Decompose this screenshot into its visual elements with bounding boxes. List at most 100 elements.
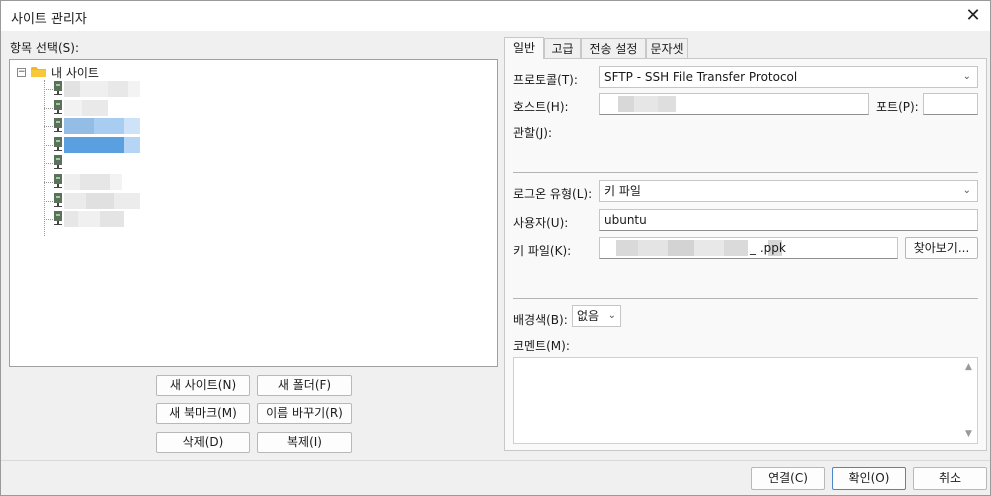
site-item[interactable] (44, 99, 154, 117)
tree-connector (44, 163, 53, 165)
tab-transfer-settings[interactable]: 전송 설정 (581, 38, 646, 59)
ok-button[interactable]: 확인(O) (832, 467, 906, 490)
tab-advanced[interactable]: 고급 (544, 38, 581, 59)
site-item[interactable] (44, 136, 154, 154)
scroll-up-icon[interactable]: ▲ (965, 362, 972, 372)
port-label: 포트(P): (876, 100, 919, 114)
keyfile-label: 키 파일(K): (513, 244, 572, 258)
redaction-block (124, 136, 140, 153)
redaction-block (128, 81, 140, 97)
site-tree[interactable]: − 내 사이트 (9, 59, 498, 367)
tab-charset[interactable]: 문자셋 (646, 38, 688, 59)
host-label: 호스트(H): (513, 100, 569, 114)
duplicate-button[interactable]: 복제(I) (257, 432, 352, 453)
folder-icon (31, 67, 46, 77)
logon-type-label: 로그온 유형(L): (513, 187, 593, 201)
redaction-block (124, 118, 140, 135)
redaction-block (64, 99, 82, 116)
encryption-label: 관할(J): (513, 126, 553, 140)
comment-textarea[interactable]: ▲ ▼ (513, 357, 978, 444)
redaction-block (80, 81, 108, 97)
tree-connector (44, 182, 53, 183)
close-icon[interactable]: ✕ (962, 5, 984, 27)
server-icon (54, 192, 62, 207)
server-icon (54, 118, 62, 133)
site-item[interactable] (44, 117, 154, 135)
redaction-block (114, 192, 140, 209)
redaction-block (64, 136, 124, 153)
comment-label: 코멘트(M): (513, 339, 570, 353)
redaction-block (100, 211, 124, 228)
window-title: 사이트 관리자 (11, 12, 87, 27)
logon-type-value: 키 파일 (604, 184, 641, 198)
chevron-down-icon: ⌄ (607, 310, 616, 321)
server-icon (54, 99, 62, 114)
divider (513, 298, 978, 299)
tree-connector (44, 107, 53, 109)
divider (513, 172, 978, 173)
background-color-value: 없음 (577, 309, 600, 323)
tree-connector (44, 144, 53, 146)
port-input[interactable] (923, 93, 978, 115)
redaction-block (64, 118, 94, 135)
redaction-block (64, 192, 86, 209)
tree-connector (44, 200, 53, 202)
new-site-button[interactable]: 새 사이트(N) (156, 375, 250, 396)
server-icon (54, 174, 62, 188)
redaction-block (80, 174, 110, 190)
server-icon (54, 211, 62, 226)
connect-button[interactable]: 연결(C) (751, 467, 825, 490)
redaction-block (64, 211, 78, 228)
protocol-select[interactable]: SFTP - SSH File Transfer Protocol ⌄ (599, 66, 978, 88)
comment-scrollbar[interactable]: ▲ ▼ (961, 358, 977, 443)
scroll-down-icon[interactable]: ▼ (965, 429, 972, 439)
background-color-label: 배경색(B): (513, 313, 568, 327)
delete-button[interactable]: 삭제(D) (156, 432, 250, 453)
host-input[interactable] (599, 93, 869, 115)
tree-connector (44, 126, 53, 128)
redacted-path (616, 240, 638, 256)
protocol-label: 프로토콜(T): (513, 73, 578, 87)
new-folder-button[interactable]: 새 폴더(F) (257, 375, 352, 396)
select-entry-label: 항목 선택(S): (10, 41, 79, 55)
server-icon (54, 136, 62, 151)
tab-general[interactable]: 일반 (504, 37, 544, 59)
new-bookmark-button[interactable]: 새 북마크(M) (156, 403, 250, 424)
tree-connector (44, 89, 53, 90)
site-item[interactable] (44, 173, 154, 191)
redacted-host (618, 96, 634, 112)
redacted-path (638, 240, 668, 256)
site-item[interactable] (44, 80, 154, 98)
user-input[interactable]: ubuntu (599, 209, 978, 231)
background-color-select[interactable]: 없음 ⌄ (572, 305, 621, 327)
redaction-block (64, 81, 80, 97)
redaction-block (108, 81, 128, 97)
general-tab-panel: 프로토콜(T): SFTP - SSH File Transfer Protoc… (504, 58, 987, 451)
keyfile-input[interactable]: _ .ppk (599, 237, 898, 259)
tree-connector (44, 219, 53, 221)
rename-button[interactable]: 이름 바꾸기(R) (257, 403, 352, 424)
site-item[interactable] (44, 154, 154, 172)
user-label: 사용자(U): (513, 216, 569, 230)
site-item[interactable] (44, 210, 154, 228)
collapse-icon[interactable]: − (17, 68, 26, 77)
tree-root-my-sites[interactable]: 내 사이트 (51, 64, 99, 81)
cancel-button[interactable]: 취소 (913, 467, 987, 490)
redacted-host (658, 96, 676, 112)
keyfile-value: _ .ppk (750, 241, 786, 255)
redacted-path (724, 240, 748, 256)
redaction-block (78, 211, 100, 228)
browse-button[interactable]: 찾아보기... (905, 237, 978, 259)
protocol-value: SFTP - SSH File Transfer Protocol (604, 70, 798, 84)
redaction-block (86, 192, 114, 209)
redaction-block (110, 174, 122, 190)
redaction-block (82, 99, 108, 116)
redacted-host (634, 96, 658, 112)
redacted-path (668, 240, 694, 256)
site-manager-window: 사이트 관리자 ✕ 항목 선택(S): − 내 사이트 새 사이트(N) 새 폴… (0, 0, 991, 496)
redaction-block (64, 174, 80, 190)
logon-type-select[interactable]: 키 파일 ⌄ (599, 180, 978, 202)
chevron-down-icon: ⌄ (962, 185, 971, 196)
site-item[interactable] (44, 192, 154, 210)
chevron-down-icon: ⌄ (962, 71, 971, 82)
